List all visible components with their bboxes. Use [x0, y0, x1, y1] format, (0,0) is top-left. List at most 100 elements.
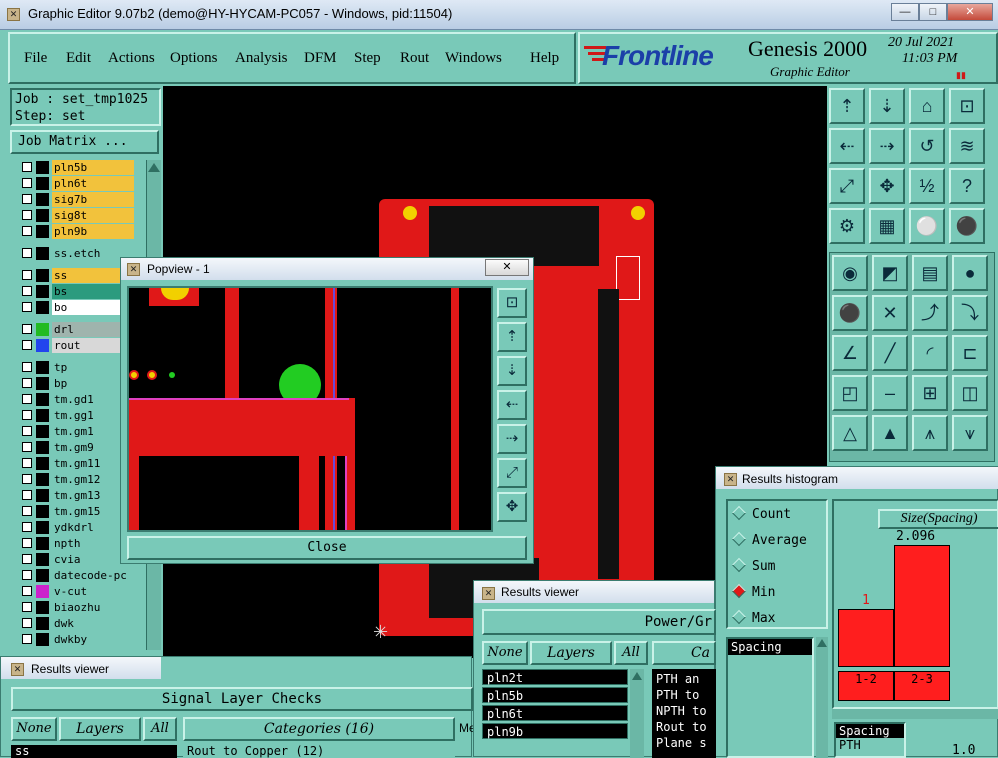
ruler-icon[interactable]: ▤	[912, 255, 948, 291]
connect-icon[interactable]: ⚫	[832, 295, 868, 331]
category2-list-item[interactable]: PTH an	[656, 671, 712, 687]
zoom-back-icon[interactable]: ↺	[909, 128, 945, 164]
layer-checkbox[interactable]	[22, 394, 32, 404]
popview-zoom-icon[interactable]: ⊡	[497, 288, 527, 318]
category2-list-item[interactable]: Rout to	[656, 719, 712, 735]
layer-row[interactable]: v-cut	[12, 584, 140, 599]
popview-fit-icon[interactable]: ⤢	[497, 458, 527, 488]
layers2-button[interactable]: Layers	[530, 641, 612, 665]
histogram-bar-1[interactable]	[838, 609, 894, 667]
layer-name[interactable]: sig7b	[52, 192, 134, 207]
layer-checkbox[interactable]	[22, 226, 32, 236]
layers-none-button[interactable]: None	[11, 717, 57, 741]
layer2-list-item[interactable]: pln2t	[482, 669, 628, 685]
layer-checkbox[interactable]	[22, 210, 32, 220]
popview-right-icon[interactable]: ⇢	[497, 424, 527, 454]
histogram-option-count[interactable]: Count	[731, 505, 791, 525]
layer-checkbox[interactable]	[22, 178, 32, 188]
layer-row[interactable]: sig8t	[12, 208, 140, 223]
maximize-button[interactable]: □	[919, 3, 947, 21]
layer-checkbox[interactable]	[22, 286, 32, 296]
line-icon[interactable]: ╱	[872, 335, 908, 371]
layer2-list-item[interactable]: pln5b	[482, 687, 628, 703]
layer-checkbox[interactable]	[22, 194, 32, 204]
histogram-bar-2[interactable]	[894, 545, 950, 667]
scale-icon[interactable]: ½	[909, 168, 945, 204]
layer-name[interactable]: dwk	[52, 616, 134, 631]
layer-row[interactable]: sig7b	[12, 192, 140, 207]
help-icon[interactable]: ?	[949, 168, 985, 204]
pan-down-icon[interactable]: ⇣	[869, 88, 905, 124]
popview-close-x-button[interactable]: ✕	[485, 259, 529, 276]
histogram-list-scrollbar[interactable]	[816, 637, 828, 758]
popview-canvas[interactable]	[127, 286, 493, 532]
histogram-list-item[interactable]: Spacing	[728, 639, 812, 655]
menu-dfm[interactable]: DFM	[304, 50, 337, 67]
measure2-icon[interactable]: ⩚	[912, 415, 948, 451]
popview-close-button[interactable]: Close	[127, 536, 527, 560]
window-select-icon[interactable]: ◩	[872, 255, 908, 291]
align-icon[interactable]: ⊞	[912, 375, 948, 411]
histogram-option-max[interactable]: Max	[731, 609, 775, 629]
settings-icon[interactable]: ⚙	[829, 208, 865, 244]
arc-icon[interactable]: ◜	[912, 335, 948, 371]
layer2-list-item[interactable]: pln6t	[482, 705, 628, 721]
menu-file[interactable]: File	[24, 50, 47, 67]
layer-checkbox[interactable]	[22, 602, 32, 612]
redraw-icon[interactable]: ≋	[949, 128, 985, 164]
copy-icon[interactable]: ⤵	[952, 295, 988, 331]
category-list-item[interactable]: Rout to Copper (12)	[183, 745, 455, 758]
snap-alt-icon[interactable]: ⚫	[949, 208, 985, 244]
pan-right-icon[interactable]: ⇢	[869, 128, 905, 164]
scroll-up-icon[interactable]	[817, 639, 827, 647]
histogram-option-average[interactable]: Average	[731, 531, 807, 551]
zoom-window-icon[interactable]: ⊡	[949, 88, 985, 124]
pan-left-icon[interactable]: ⇠	[829, 128, 865, 164]
menu-help[interactable]: Help	[530, 50, 559, 67]
group-icon[interactable]: ◫	[952, 375, 988, 411]
radio-diamond-icon[interactable]	[731, 609, 747, 625]
layer-checkbox[interactable]	[22, 340, 32, 350]
histogram-list2-item[interactable]: Spacing	[836, 724, 904, 738]
job-matrix-button[interactable]: Job Matrix ...	[10, 130, 159, 154]
layer-checkbox[interactable]	[22, 586, 32, 596]
layer-checkbox[interactable]	[22, 618, 32, 628]
grid-icon[interactable]: ▦	[869, 208, 905, 244]
menu-options[interactable]: Options	[170, 50, 218, 67]
layer-name[interactable]: pln6t	[52, 176, 134, 191]
layer-checkbox[interactable]	[22, 506, 32, 516]
layer-row[interactable]: dwkby	[12, 632, 140, 647]
layers-button[interactable]: Layers	[59, 717, 141, 741]
layers2-scrollbar[interactable]	[630, 669, 644, 758]
layer-row[interactable]: pln6t	[12, 176, 140, 191]
zoom-center-icon[interactable]: ✥	[869, 168, 905, 204]
radio-diamond-icon[interactable]	[731, 505, 747, 521]
layer-name[interactable]: v-cut	[52, 584, 134, 599]
layer-row[interactable]: pln9b	[12, 224, 140, 239]
layers-all-button[interactable]: All	[143, 717, 177, 741]
layer-name[interactable]: pln9b	[52, 224, 134, 239]
histogram-h-scrollbar[interactable]	[832, 709, 998, 719]
layer-name[interactable]: dwkby	[52, 632, 134, 647]
layer-checkbox[interactable]	[22, 426, 32, 436]
layer-row[interactable]: datecode-pc	[12, 568, 140, 583]
layer-checkbox[interactable]	[22, 410, 32, 420]
layer-name[interactable]: pln5b	[52, 160, 134, 175]
layer-row[interactable]: biaozhu	[12, 600, 140, 615]
zoom-fit-icon[interactable]: ⤢	[829, 168, 865, 204]
mirror-icon[interactable]: ⊏	[952, 335, 988, 371]
close-button[interactable]: ✕	[947, 3, 993, 21]
layer-checkbox[interactable]	[22, 458, 32, 468]
layer-checkbox[interactable]	[22, 324, 32, 334]
home-view-icon[interactable]: ⌂	[909, 88, 945, 124]
radio-diamond-icon[interactable]	[731, 557, 747, 573]
layer-checkbox[interactable]	[22, 474, 32, 484]
menu-rout[interactable]: Rout	[400, 50, 429, 67]
layer-name[interactable]: sig8t	[52, 208, 134, 223]
histogram-option-min[interactable]: Min	[731, 583, 775, 603]
layer-checkbox[interactable]	[22, 554, 32, 564]
menu-windows[interactable]: Windows	[445, 50, 502, 67]
layers2-none-button[interactable]: None	[482, 641, 528, 665]
minimize-button[interactable]: —	[891, 3, 919, 21]
measure-icon[interactable]: ▲	[872, 415, 908, 451]
